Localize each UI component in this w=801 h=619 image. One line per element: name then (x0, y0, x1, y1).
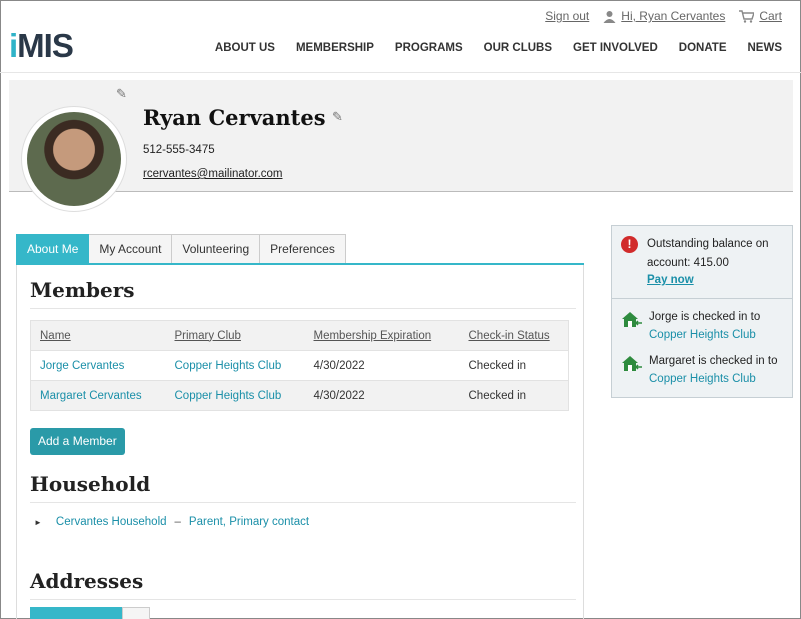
tab-preferences[interactable]: Preferences (260, 234, 346, 264)
household-separator: – (174, 516, 181, 528)
checkin-club-link[interactable]: Copper Heights Club (649, 373, 756, 385)
house-checkin-icon (622, 356, 642, 371)
profile-banner: ✎ Ryan Cervantes ✎ 512-555-3475 rcervant… (9, 80, 793, 212)
edit-photo-pencil-icon[interactable]: ✎ (116, 86, 127, 102)
household-link[interactable]: Cervantes Household (56, 516, 167, 528)
nav-membership[interactable]: MEMBERSHIP (296, 42, 374, 54)
tab-volunteering[interactable]: Volunteering (172, 234, 261, 264)
col-membership-expiration[interactable]: Membership Expiration (304, 320, 460, 351)
nav-our-clubs[interactable]: OUR CLUBS (484, 42, 552, 54)
profile-tabs: About Me My Account Volunteering Prefere… (16, 234, 346, 264)
cart-link[interactable]: Cart (759, 9, 782, 23)
member-club-link[interactable]: Copper Heights Club (175, 360, 282, 372)
account-menu[interactable]: Hi, Ryan Cervantes (603, 9, 725, 23)
member-expiration: 4/30/2022 (313, 389, 365, 402)
header-divider (0, 72, 801, 73)
household-divider (30, 502, 576, 503)
col-primary-club[interactable]: Primary Club (165, 320, 305, 351)
checkin-club-link[interactable]: Copper Heights Club (649, 329, 756, 341)
household-heading: Household (30, 472, 151, 496)
household-entry: ► Cervantes Household – Parent, Primary … (34, 516, 309, 528)
members-divider (30, 308, 576, 309)
tab-my-account[interactable]: My Account (89, 234, 173, 264)
address-tab-active[interactable] (30, 607, 123, 619)
nav-programs[interactable]: PROGRAMS (395, 42, 463, 54)
user-icon (603, 10, 616, 23)
table-row: Margaret Cervantes Copper Heights Club 4… (30, 380, 569, 411)
checkin-text: Jorge is checked in to (649, 311, 761, 323)
member-expiration: 4/30/2022 (313, 359, 365, 372)
profile-photo (27, 112, 121, 206)
nav-get-involved[interactable]: GET INVOLVED (573, 42, 658, 54)
member-club-link[interactable]: Copper Heights Club (175, 390, 282, 402)
nav-donate[interactable]: DONATE (679, 42, 727, 54)
members-heading: Members (30, 278, 135, 302)
sign-out-link[interactable]: Sign out (545, 9, 589, 23)
main-nav: ABOUT US MEMBERSHIP PROGRAMS OUR CLUBS G… (215, 42, 782, 54)
member-status: Checked in (468, 359, 527, 372)
profile-email[interactable]: rcervantes@mailinator.com (143, 168, 283, 180)
profile-phone: 512-555-3475 (143, 144, 215, 156)
avatar[interactable] (21, 106, 127, 212)
nav-about-us[interactable]: ABOUT US (215, 42, 275, 54)
checkin-text: Margaret is checked in to (649, 355, 778, 367)
profile-name: Ryan Cervantes (143, 105, 326, 130)
addresses-divider (30, 599, 576, 600)
table-row: Jorge Cervantes Copper Heights Club 4/30… (30, 351, 569, 381)
household-role-link[interactable]: Parent, Primary contact (189, 516, 309, 528)
balance-text: Outstanding balance on account: 415.00 (647, 238, 769, 269)
edit-name-pencil-icon[interactable]: ✎ (332, 109, 343, 125)
house-checkin-icon (622, 312, 642, 327)
greeting-link[interactable]: Hi, Ryan Cervantes (621, 9, 725, 23)
member-status: Checked in (468, 389, 527, 402)
member-name-link[interactable]: Jorge Cervantes (40, 360, 124, 372)
utility-bar: Sign out Hi, Ryan Cervantes Cart (545, 9, 782, 23)
cart-icon (739, 9, 755, 23)
account-sidebar: ! Outstanding balance on account: 415.00… (611, 225, 793, 398)
pay-now-link[interactable]: Pay now (647, 274, 694, 286)
address-tab[interactable] (122, 607, 150, 619)
member-name-link[interactable]: Margaret Cervantes (40, 390, 142, 402)
expand-arrow-icon[interactable]: ► (34, 518, 42, 527)
add-member-button[interactable]: Add a Member (30, 428, 125, 455)
table-header-row: Name Primary Club Membership Expiration … (30, 320, 569, 351)
addresses-heading: Addresses (30, 569, 144, 593)
imis-logo[interactable]: iMIS (9, 27, 74, 65)
col-check-in-status[interactable]: Check-in Status (459, 320, 569, 351)
members-table: Name Primary Club Membership Expiration … (30, 320, 569, 411)
col-name[interactable]: Name (30, 320, 166, 351)
tab-about-me[interactable]: About Me (16, 234, 90, 264)
cart-menu[interactable]: Cart (739, 9, 782, 23)
nav-news[interactable]: NEWS (748, 42, 783, 54)
alert-icon: ! (621, 236, 638, 253)
sidebar-divider (612, 298, 792, 299)
